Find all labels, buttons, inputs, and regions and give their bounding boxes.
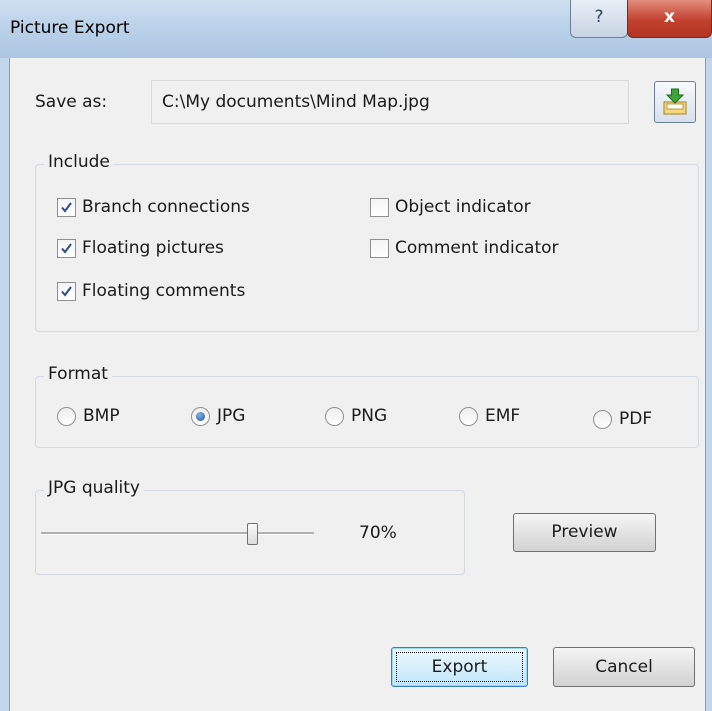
radio-jpg[interactable]: JPG (191, 404, 245, 428)
quality-value: 70% (359, 523, 397, 543)
format-group: Format BMP JPG PNG EMF PDF (35, 364, 699, 448)
checkbox-floating-pictures[interactable]: Floating pictures (57, 236, 224, 260)
radio-circle[interactable] (57, 406, 76, 426)
checkbox-label: Branch connections (82, 197, 250, 217)
radio-bmp[interactable]: BMP (57, 404, 120, 428)
include-group-label: Include (44, 152, 114, 172)
radio-label: PNG (351, 406, 388, 426)
preview-button[interactable]: Preview (513, 513, 656, 552)
dialog-body: Save as: C:\My documents\Mind Map.jpg In… (0, 58, 712, 711)
save-as-label: Save as: (35, 92, 108, 112)
folder-save-icon (663, 88, 687, 115)
focus-ring (396, 652, 523, 682)
browse-button[interactable] (654, 81, 696, 123)
checkbox-label: Object indicator (395, 197, 531, 217)
quality-slider-track[interactable] (41, 532, 314, 535)
jpg-quality-group-label: JPG quality (44, 478, 144, 498)
save-path-field[interactable]: C:\My documents\Mind Map.jpg (151, 80, 629, 124)
checkbox-box[interactable] (370, 238, 389, 258)
radio-png[interactable]: PNG (325, 404, 387, 428)
checkbox-object-indicator[interactable]: Object indicator (370, 195, 531, 219)
checkbox-box[interactable] (370, 197, 389, 217)
radio-label: JPG (217, 406, 246, 426)
checkbox-comment-indicator[interactable]: Comment indicator (370, 236, 559, 260)
radio-circle[interactable] (459, 406, 478, 426)
help-icon: ? (594, 7, 604, 27)
quality-slider-thumb[interactable] (247, 523, 258, 545)
format-group-label: Format (44, 364, 112, 384)
checkbox-branch-connections[interactable]: Branch connections (57, 195, 250, 219)
close-button[interactable]: x (627, 0, 712, 38)
radio-circle[interactable] (325, 406, 344, 426)
export-button[interactable]: Export (391, 647, 528, 687)
checkmark-icon (61, 285, 72, 297)
radio-label: EMF (485, 406, 521, 426)
radio-emf[interactable]: EMF (459, 404, 520, 428)
dialog-content: Save as: C:\My documents\Mind Map.jpg In… (9, 58, 706, 711)
checkbox-label: Floating comments (82, 281, 246, 301)
checkbox-label: Floating pictures (82, 238, 224, 258)
radio-label: BMP (83, 406, 120, 426)
checkbox-box[interactable] (57, 281, 76, 301)
checkbox-box[interactable] (57, 197, 76, 217)
checkmark-icon (61, 242, 72, 254)
close-icon: x (664, 7, 675, 27)
radio-selected-dot (196, 411, 205, 421)
include-group: Include Branch connections Floating pict… (35, 152, 699, 332)
checkbox-label: Comment indicator (395, 238, 559, 258)
radio-label: PDF (619, 409, 653, 429)
radio-pdf[interactable]: PDF (593, 407, 652, 431)
radio-circle[interactable] (191, 406, 210, 426)
checkbox-floating-comments[interactable]: Floating comments (57, 279, 245, 303)
radio-circle[interactable] (593, 409, 612, 429)
checkbox-box[interactable] (57, 238, 76, 258)
cancel-button[interactable]: Cancel (553, 647, 695, 687)
title-bar[interactable]: Picture Export ? x (0, 0, 712, 58)
help-button[interactable]: ? (570, 0, 628, 38)
window-title: Picture Export (10, 18, 130, 38)
checkmark-icon (61, 201, 72, 213)
